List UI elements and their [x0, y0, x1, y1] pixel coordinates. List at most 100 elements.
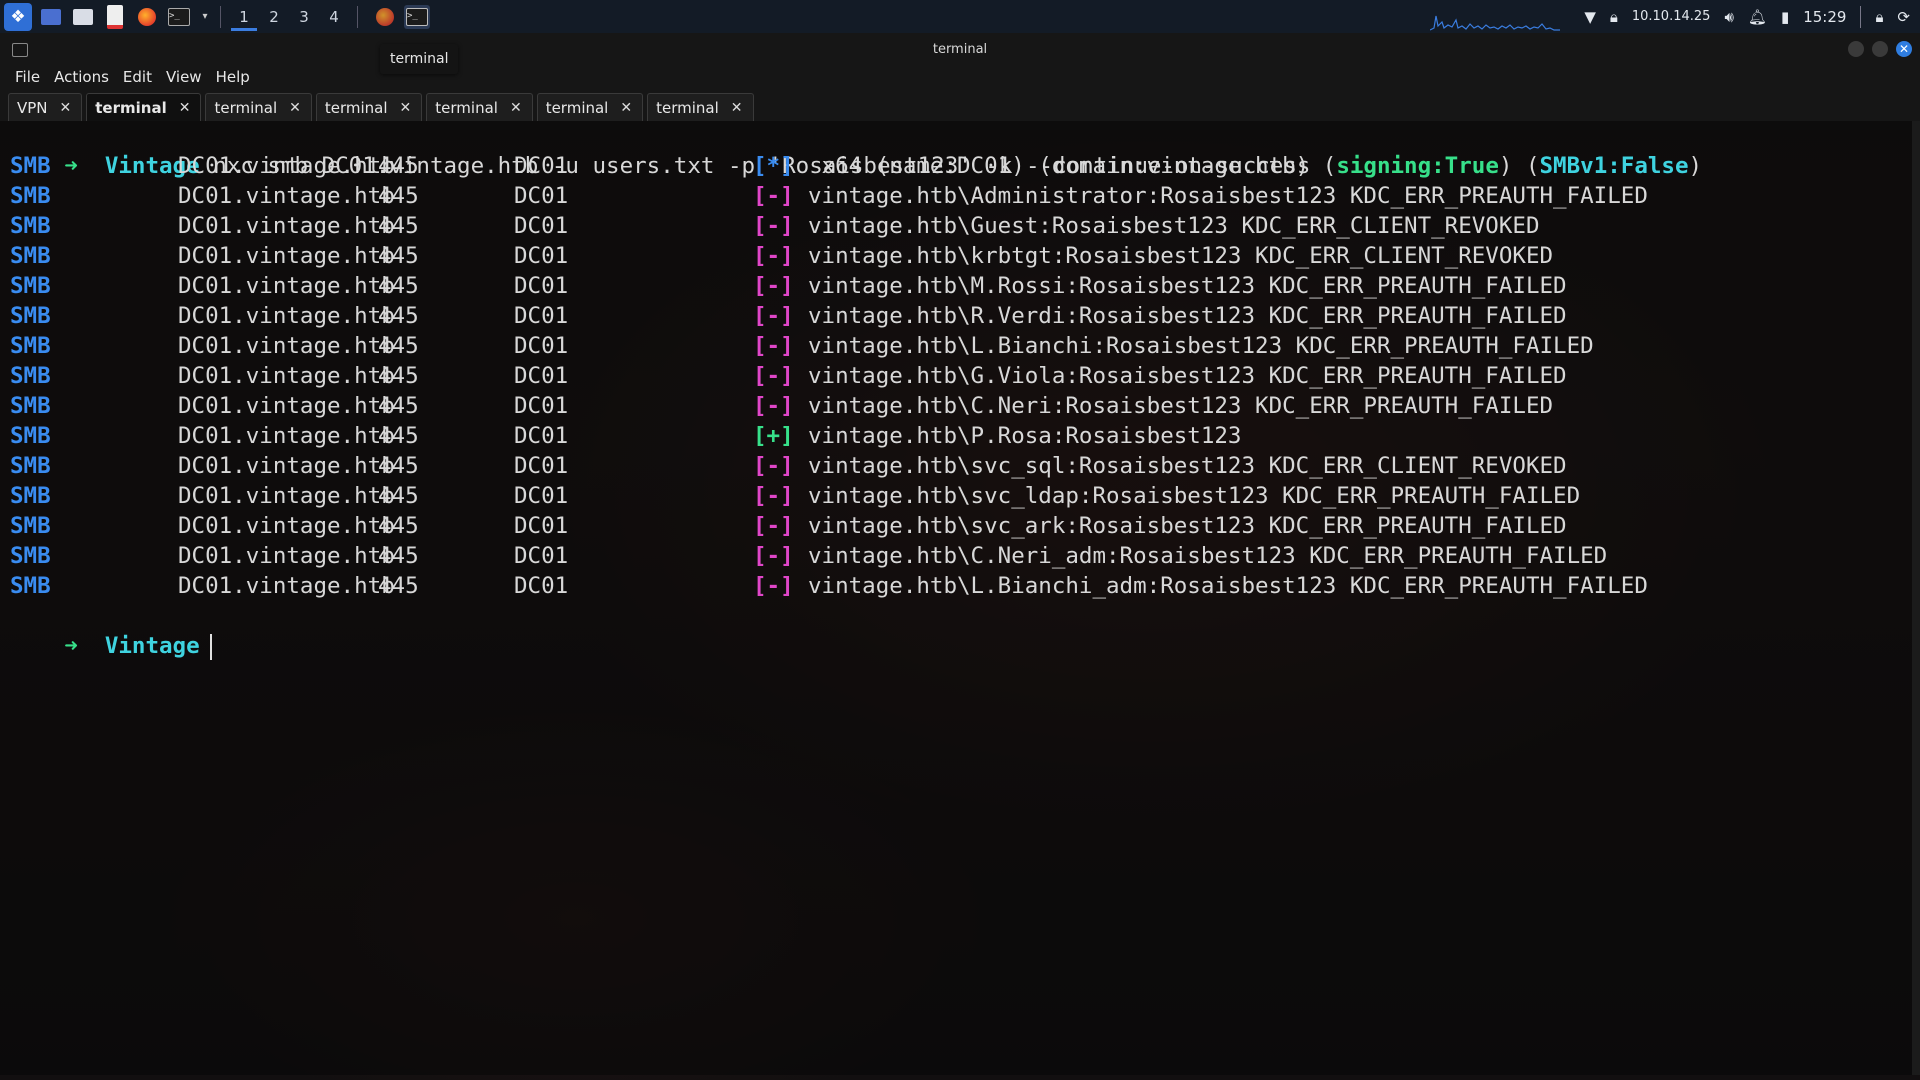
tab-terminal-1[interactable]: terminal ✕	[86, 93, 202, 121]
result-message: vintage.htb\P.Rosa:Rosaisbest123	[808, 423, 1242, 449]
vpn-lock-icon[interactable]: 🔒︎	[1610, 8, 1618, 26]
host-name: DC01.vintage.htb	[178, 483, 395, 509]
tab-terminal-4[interactable]: terminal ✕	[426, 93, 533, 121]
terminal-scrollbar[interactable]	[1912, 121, 1920, 1075]
battery-charging-icon[interactable]: ▮	[1781, 8, 1789, 26]
output-row: SMB DC01.vintage.htb 445 DC01 [-] vintage.htb…	[10, 391, 1890, 421]
status-marker: [-]	[753, 513, 794, 539]
terminal-output[interactable]: ➜ Vintage nxc smb DC01.vintage.htb -u us…	[0, 121, 1912, 1075]
tab-label: terminal	[545, 98, 609, 117]
lock-screen-icon[interactable]: 🔒︎	[1875, 8, 1883, 26]
netbios-name: DC01	[514, 423, 569, 449]
clock[interactable]: 15:29	[1803, 8, 1846, 26]
result-message: vintage.htb\Guest:Rosaisbest123 KDC_ERR_…	[808, 213, 1540, 239]
host-name: DC01.vintage.htb	[178, 333, 395, 359]
host-name: DC01.vintage.htb	[178, 453, 395, 479]
protocol-label: SMB	[10, 333, 51, 359]
power-icon[interactable]: ⟳	[1897, 8, 1910, 26]
result-message: vintage.htb\L.Bianchi_adm:Rosaisbest123 …	[808, 573, 1648, 599]
output-row: SMB DC01.vintage.htb 445 DC01 [-] vintage.htb…	[10, 541, 1890, 571]
minimize-button[interactable]	[1848, 41, 1864, 57]
status-marker: [*]	[753, 153, 794, 179]
port-number: 445	[378, 483, 419, 509]
port-number: 445	[378, 153, 419, 179]
network-wifi-icon[interactable]: ▼	[1584, 8, 1596, 26]
output-row: SMB DC01.vintage.htb 445 DC01 [+] vintage.htb…	[10, 421, 1890, 451]
maximize-button[interactable]	[1872, 41, 1888, 57]
protocol-label: SMB	[10, 213, 51, 239]
port-number: 445	[378, 363, 419, 389]
tab-close-icon[interactable]: ✕	[60, 100, 72, 116]
network-graph	[1430, 15, 1560, 31]
notification-bell-icon[interactable]: 🔔︎	[1748, 8, 1767, 26]
netbios-name: DC01	[514, 543, 569, 569]
netbios-name: DC01	[514, 513, 569, 539]
host-name: DC01.vintage.htb	[178, 243, 395, 269]
volume-icon[interactable]: 🔊︎	[1724, 8, 1733, 26]
menu-bar: File Actions Edit View Help	[0, 65, 1920, 89]
menu-edit[interactable]: Edit	[123, 68, 152, 86]
tab-close-icon[interactable]: ✕	[179, 100, 191, 116]
firefox-icon[interactable]	[134, 5, 160, 29]
prompt-line[interactable]: ➜ Vintage	[10, 601, 212, 660]
menu-view[interactable]: View	[166, 68, 202, 86]
host-name: DC01.vintage.htb	[178, 393, 395, 419]
status-marker: [-]	[753, 453, 794, 479]
kali-menu-icon[interactable]: ❖	[4, 2, 32, 31]
protocol-label: SMB	[10, 273, 51, 299]
protocol-label: SMB	[10, 153, 51, 179]
files-icon[interactable]	[70, 5, 96, 29]
desktop-icon[interactable]	[38, 5, 64, 29]
text-editor-icon[interactable]	[102, 4, 128, 29]
close-button[interactable]: ✕	[1896, 41, 1912, 57]
tab-close-icon[interactable]: ✕	[731, 100, 743, 116]
port-number: 445	[378, 183, 419, 209]
port-number: 445	[378, 573, 419, 599]
output-row: SMB DC01.vintage.htb 445 DC01 [-] vintage.htb…	[10, 331, 1890, 361]
signing-flag: signing:True	[1336, 153, 1499, 179]
host-name: DC01.vintage.htb	[178, 423, 395, 449]
firefox-taskbar-icon[interactable]	[372, 5, 398, 29]
message-text: ) (	[1498, 153, 1540, 179]
tab-label: terminal	[435, 98, 498, 117]
status-marker: [-]	[753, 543, 794, 569]
tab-close-icon[interactable]: ✕	[289, 100, 301, 116]
message-text: )	[1688, 153, 1703, 179]
workspace-4[interactable]: 4	[319, 0, 349, 33]
port-number: 445	[378, 543, 419, 569]
terminal-taskbar-icon[interactable]: >_	[404, 4, 430, 29]
host-name: DC01.vintage.htb	[178, 363, 395, 389]
workspace-1[interactable]: 1	[229, 0, 259, 33]
text-cursor	[209, 633, 212, 660]
tab-terminal-3[interactable]: terminal ✕	[315, 93, 423, 121]
netbios-name: DC01	[514, 183, 569, 209]
status-marker: [-]	[753, 393, 794, 419]
menu-file[interactable]: File	[15, 68, 40, 86]
tab-terminal-6[interactable]: terminal ✕	[647, 93, 754, 121]
protocol-label: SMB	[10, 423, 51, 449]
tooltip: terminal	[380, 44, 459, 74]
result-message: x64 (name:DC01) (domain:vintage.htb) (si…	[808, 151, 1703, 181]
tab-terminal-2[interactable]: terminal ✕	[205, 93, 312, 121]
host-name: DC01.vintage.htb	[178, 513, 395, 539]
tab-vpn[interactable]: VPN ✕	[8, 93, 83, 121]
result-message: vintage.htb\Administrator:Rosaisbest123 …	[808, 183, 1648, 209]
menu-help[interactable]: Help	[216, 68, 250, 86]
host-name: DC01.vintage.htb	[178, 303, 395, 329]
result-message: vintage.htb\svc_sql:Rosaisbest123 KDC_ER…	[808, 453, 1567, 479]
workspace-2[interactable]: 2	[259, 0, 289, 33]
window-titlebar[interactable]: terminal ✕	[0, 33, 1920, 65]
host-name: DC01.vintage.htb	[178, 573, 395, 599]
menu-actions[interactable]: Actions	[54, 68, 109, 86]
workspace-3[interactable]: 3	[289, 0, 319, 33]
tab-close-icon[interactable]: ✕	[510, 100, 522, 116]
window-title: terminal	[932, 42, 988, 57]
result-message: vintage.htb\svc_ark:Rosaisbest123 KDC_ER…	[808, 513, 1567, 539]
prompt-arrow: ➜	[64, 633, 78, 659]
tab-terminal-5[interactable]: terminal ✕	[536, 93, 644, 121]
tab-close-icon[interactable]: ✕	[400, 100, 412, 116]
chevron-down-icon[interactable]: ▾	[198, 5, 212, 29]
terminal-icon[interactable]: >_	[166, 5, 192, 29]
result-message: vintage.htb\G.Viola:Rosaisbest123 KDC_ER…	[808, 363, 1567, 389]
tab-close-icon[interactable]: ✕	[620, 100, 632, 116]
